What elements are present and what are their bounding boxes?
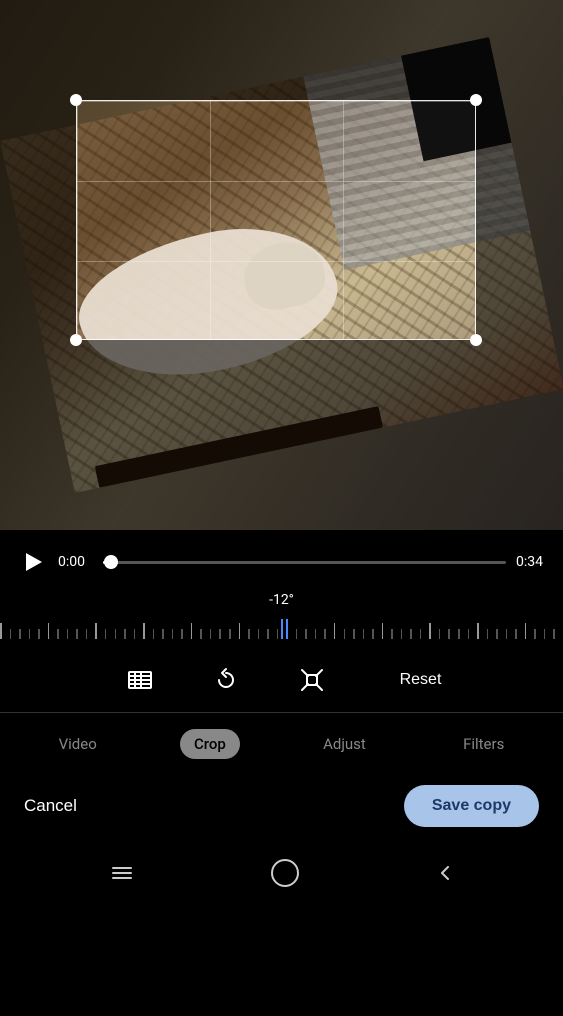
scrubber-thumb[interactable] [104,555,118,569]
crop-handle-bottom-left[interactable] [70,334,82,346]
home-button[interactable] [271,859,299,887]
back-button[interactable] [434,862,456,884]
rotation-section: -12° [0,586,563,648]
play-icon [26,553,42,571]
crop-overlay-top [0,0,563,100]
crop-handle-top-left[interactable] [70,94,82,106]
crop-handle-top-right[interactable] [470,94,482,106]
ruler-center-indicator [281,619,283,639]
crop-overlay-left [0,100,76,340]
bottom-bar: Cancel Save copy [0,773,563,843]
tab-bar: Video Crop Adjust Filters [0,713,563,773]
save-copy-button[interactable]: Save copy [404,785,539,827]
cancel-button[interactable]: Cancel [24,796,77,816]
crop-handle-bottom-right[interactable] [470,334,482,346]
reset-button[interactable]: Reset [400,671,442,689]
flip-button[interactable] [294,662,330,698]
tool-buttons: Reset [0,648,563,712]
rotate-button[interactable] [208,662,244,698]
tab-adjust[interactable]: Adjust [309,729,380,759]
tab-video[interactable]: Video [45,729,111,759]
time-current: 0:00 [58,554,93,570]
tab-crop[interactable]: Crop [180,729,240,759]
tab-filters[interactable]: Filters [449,729,518,759]
navigation-bar [0,843,563,907]
crop-overlay-right [476,100,563,340]
rotation-value: -12° [0,592,563,608]
image-area [0,0,563,530]
video-timeline: 0:00 0:34 [0,530,563,586]
controls-area: 0:00 0:34 -12° [0,530,563,907]
aspect-ratio-button[interactable] [122,662,158,698]
time-total: 0:34 [516,554,543,570]
play-button[interactable] [20,548,48,576]
rotation-ruler[interactable] [0,614,563,644]
ruler-ticks [0,619,563,639]
scrubber-track[interactable] [103,561,506,564]
crop-overlay-bottom [0,340,563,530]
recent-apps-button[interactable] [108,859,136,887]
